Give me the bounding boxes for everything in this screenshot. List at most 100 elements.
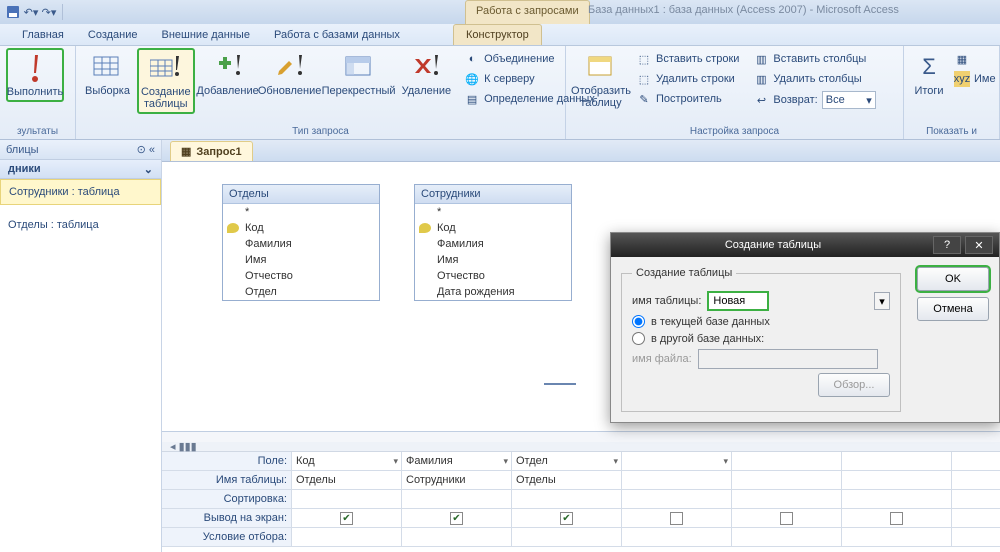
insert-col-icon: ▥	[753, 51, 769, 67]
filename-input	[698, 349, 878, 369]
row-label-show: Вывод на экран:	[162, 509, 292, 528]
union-icon: ◐	[464, 51, 480, 67]
cancel-button[interactable]: Отмена	[917, 297, 989, 321]
select-query-button[interactable]: Выборка	[82, 48, 133, 100]
table-name-input[interactable]	[707, 291, 769, 311]
redo-icon[interactable]: ↷▾	[40, 3, 58, 21]
builder-button[interactable]: ✎Построитель	[634, 90, 741, 108]
exclamation-icon	[19, 52, 51, 84]
grid-table-1[interactable]: Отделы	[292, 471, 402, 490]
tab-create[interactable]: Создание	[76, 25, 150, 45]
field-familiya[interactable]: Фамилия	[223, 236, 379, 252]
dialog-legend: Создание таблицы	[632, 267, 736, 279]
tab-home[interactable]: Главная	[10, 25, 76, 45]
nav-group[interactable]: дники ⌄	[0, 160, 161, 179]
grid-scrollbar[interactable]: ◂ ▮▮▮	[162, 442, 1000, 452]
close-button[interactable]: ✕	[965, 236, 993, 254]
navigation-pane: блицы⊙ « дники ⌄ Сотрудники : таблица От…	[0, 140, 162, 552]
crosstab-icon	[343, 51, 375, 83]
grid-icon	[91, 51, 123, 83]
field-otchestvo[interactable]: Отчество	[223, 268, 379, 284]
sigma-icon: Σ	[913, 51, 945, 83]
table-title: Отделы	[223, 185, 379, 204]
insert-row-icon: ⬚	[636, 51, 652, 67]
grid-table-2[interactable]: Сотрудники	[402, 471, 512, 490]
design-grid: ◂ ▮▮▮ Поле: Код Фамилия Отдел Имя таблиц…	[162, 442, 1000, 552]
run-button[interactable]: Выполнить	[6, 48, 64, 102]
grid-table-3[interactable]: Отделы	[512, 471, 622, 490]
table-names-button[interactable]: xyzИме	[952, 70, 998, 88]
return-combo[interactable]: ↩Возврат: Все▾	[751, 90, 877, 110]
crosstab-button[interactable]: Перекрестный	[323, 48, 395, 100]
append-button[interactable]: Добавление	[199, 48, 257, 100]
grid-exclaim-icon	[150, 52, 182, 84]
field-imya[interactable]: Имя	[223, 252, 379, 268]
help-button[interactable]: ?	[933, 236, 961, 254]
field-kod[interactable]: Код	[415, 220, 571, 236]
delete-rows-button[interactable]: ⬚Удалить строки	[634, 70, 741, 88]
grid-show-1[interactable]: ✔	[292, 509, 402, 528]
insert-cols-button[interactable]: ▥Вставить столбцы	[751, 50, 877, 68]
grid-field-3[interactable]: Отдел	[512, 452, 622, 471]
tab-design[interactable]: Конструктор	[453, 24, 542, 45]
xyz-icon: xyz	[954, 71, 970, 87]
query-icon: ▦	[181, 145, 191, 158]
save-icon[interactable]	[4, 3, 22, 21]
grid-show-3[interactable]: ✔	[512, 509, 622, 528]
field-data-rozhdeniya[interactable]: Дата рождения	[415, 284, 571, 300]
grid-field-4[interactable]	[622, 452, 732, 471]
plus-exclaim-icon	[212, 51, 244, 83]
filename-label: имя файла:	[632, 353, 692, 365]
table-sotrudniki[interactable]: Сотрудники * Код Фамилия Имя Отчество Да…	[414, 184, 572, 301]
grid-field-2[interactable]: Фамилия	[402, 452, 512, 471]
make-table-button[interactable]: Создание таблицы	[137, 48, 195, 114]
insert-rows-button[interactable]: ⬚Вставить строки	[634, 50, 741, 68]
pencil-exclaim-icon	[274, 51, 306, 83]
field-otchestvo[interactable]: Отчество	[415, 268, 571, 284]
ok-button[interactable]: OK	[917, 267, 989, 291]
delete-button[interactable]: Удаление	[399, 48, 455, 100]
field-star[interactable]: *	[415, 204, 571, 220]
nav-item-otdely[interactable]: Отделы : таблица	[0, 213, 161, 237]
table-icon	[585, 51, 617, 83]
row-label-sort: Сортировка:	[162, 490, 292, 509]
field-otdel[interactable]: Отдел	[223, 284, 379, 300]
join-line[interactable]	[544, 383, 576, 385]
field-familiya[interactable]: Фамилия	[415, 236, 571, 252]
tab-database-tools[interactable]: Работа с базами данных	[262, 25, 412, 45]
contextual-tab-label: Работа с запросами	[465, 0, 590, 24]
nav-item-sotrudniki[interactable]: Сотрудники : таблица	[0, 179, 161, 205]
grid-field-1[interactable]: Код	[292, 452, 402, 471]
delete-col-icon: ▥	[753, 71, 769, 87]
dialog-title: Создание таблицы	[617, 239, 929, 251]
field-kod[interactable]: Код	[223, 220, 379, 236]
return-icon: ↩	[753, 92, 769, 108]
row-label-field: Поле:	[162, 452, 292, 471]
doc-tab-query1[interactable]: ▦Запрос1	[170, 141, 253, 161]
other-db-radio[interactable]	[632, 332, 645, 345]
undo-icon[interactable]: ↶▾	[22, 3, 40, 21]
dialog-titlebar[interactable]: Создание таблицы ? ✕	[611, 233, 999, 257]
sql-icon: ▤	[464, 91, 480, 107]
group-label-querysetup: Настройка запроса	[572, 124, 897, 139]
make-table-dialog: Создание таблицы ? ✕ Создание таблицы им…	[610, 232, 1000, 423]
totals-button[interactable]: Σ Итоги	[910, 48, 948, 100]
show-table-button[interactable]: Отобразить таблицу	[572, 48, 630, 112]
current-db-radio[interactable]	[632, 315, 645, 328]
row-label-criteria: Условие отбора:	[162, 528, 292, 547]
delete-cols-button[interactable]: ▥Удалить столбцы	[751, 70, 877, 88]
update-button[interactable]: Обновление	[261, 48, 319, 100]
grid-show-4[interactable]	[622, 509, 732, 528]
field-imya[interactable]: Имя	[415, 252, 571, 268]
row-label-table: Имя таблицы:	[162, 471, 292, 490]
table-name-label: имя таблицы:	[632, 295, 701, 307]
tab-external-data[interactable]: Внешние данные	[150, 25, 262, 45]
nav-header[interactable]: блицы⊙ «	[0, 140, 161, 160]
table-otdely[interactable]: Отделы * Код Фамилия Имя Отчество Отдел	[222, 184, 380, 301]
field-star[interactable]: *	[223, 204, 379, 220]
table-title: Сотрудники	[415, 185, 571, 204]
dropdown-button[interactable]: ▾	[874, 292, 890, 310]
chevron-down-icon[interactable]: ⊙ «	[137, 143, 155, 156]
property-sheet-button[interactable]: ▦	[952, 50, 998, 68]
grid-show-2[interactable]: ✔	[402, 509, 512, 528]
